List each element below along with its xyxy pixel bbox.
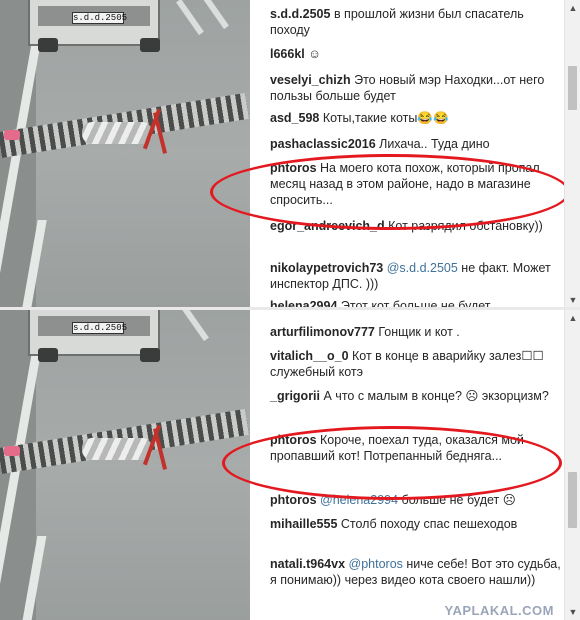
truck-wheel (38, 348, 58, 362)
comment: nikolaypetrovich73 @s.d.d.2505 не факт. … (270, 260, 562, 292)
comment: _grigorii А что с малым в конце? ☹ экзор… (270, 388, 562, 404)
comment: natali.t964vx @phtoros ниче себе! Вот эт… (270, 556, 562, 588)
cat-on-pole (82, 438, 152, 460)
scroll-down-arrow-icon[interactable]: ▼ (565, 292, 580, 308)
scrollbar-thumb[interactable] (568, 66, 577, 110)
comment-username[interactable]: mihaille555 (270, 517, 337, 531)
scrollbar[interactable]: ▲ ▼ (564, 310, 580, 620)
comment: veselyi_chizh Это новый мэр Находки...от… (270, 72, 562, 104)
pink-mark (4, 446, 20, 456)
comment-text: Гонщик и кот . (378, 325, 460, 339)
scroll-up-arrow-icon[interactable]: ▲ (565, 310, 580, 326)
truck-wheel (140, 38, 160, 52)
comment: vitalich__o_0 Кот в конце в аварийку зал… (270, 348, 562, 380)
comment-text: Столб походу спас пешеходов (340, 517, 518, 531)
comment-username[interactable]: nikolaypetrovich73 (270, 261, 383, 275)
truck-wheel (140, 348, 160, 362)
road-video-frame: s.d.d.2505 (0, 0, 250, 308)
comment-text: А что с малым в конце? ☹ экзорцизм? (323, 389, 549, 403)
scroll-up-arrow-icon[interactable]: ▲ (565, 0, 580, 16)
screenshot-panel-top: s.d.d.2505 s.d.d.2505 в прошлой жизни бы… (0, 0, 580, 308)
zebra-stripe (201, 0, 229, 30)
comment-mention[interactable]: @phtoros (349, 557, 403, 571)
highlight-ellipse (222, 426, 562, 500)
highlight-ellipse (210, 154, 570, 230)
comment: asd_598 Коты,такие коты😂😂 (270, 110, 562, 126)
comment: mihaille555 Столб походу спас пешеходов (270, 516, 562, 532)
comment: s.d.d.2505 в прошлой жизни был спасатель… (270, 6, 562, 38)
comment-text: Лихача.. Туда дино (379, 137, 490, 151)
pink-mark (4, 130, 20, 140)
comment-username[interactable]: arturfilimonov777 (270, 325, 375, 339)
comment-username[interactable]: _grigorii (270, 389, 320, 403)
comment: pashaclassic2016 Лихача.. Туда дино (270, 136, 562, 152)
comment-username[interactable]: veselyi_chizh (270, 73, 351, 87)
scroll-down-arrow-icon[interactable]: ▼ (565, 604, 580, 620)
comment-username[interactable]: pashaclassic2016 (270, 137, 376, 151)
comment-text: Коты,такие коты😂😂 (322, 111, 449, 125)
scrollbar[interactable]: ▲ ▼ (564, 0, 580, 308)
comment-username[interactable]: vitalich__o_0 (270, 349, 349, 363)
comment-username[interactable]: l666kl (270, 47, 305, 61)
site-watermark: YAPLAKAL.COM (444, 603, 554, 618)
comment-username[interactable]: natali.t964vx (270, 557, 345, 571)
zebra-stripe (181, 310, 209, 342)
comment: arturfilimonov777 Гонщик и кот . (270, 324, 562, 340)
comment-text: ☺ (308, 47, 322, 61)
truck-wheel (38, 38, 58, 52)
screenshot-panel-bottom: s.d.d.2505 arturfilimonov777 Гонщик и ко… (0, 310, 580, 620)
comment-username[interactable]: asd_598 (270, 111, 319, 125)
cat-on-pole (82, 122, 152, 144)
license-plate: s.d.d.2505 (72, 12, 128, 24)
road-video-frame: s.d.d.2505 (0, 310, 250, 620)
license-plate: s.d.d.2505 (72, 322, 128, 334)
zebra-stripe (176, 0, 204, 36)
scrollbar-thumb[interactable] (568, 472, 577, 528)
comment-username[interactable]: s.d.d.2505 (270, 7, 330, 21)
comment: l666kl ☺ (270, 46, 562, 62)
comment-mention[interactable]: @s.d.d.2505 (387, 261, 458, 275)
